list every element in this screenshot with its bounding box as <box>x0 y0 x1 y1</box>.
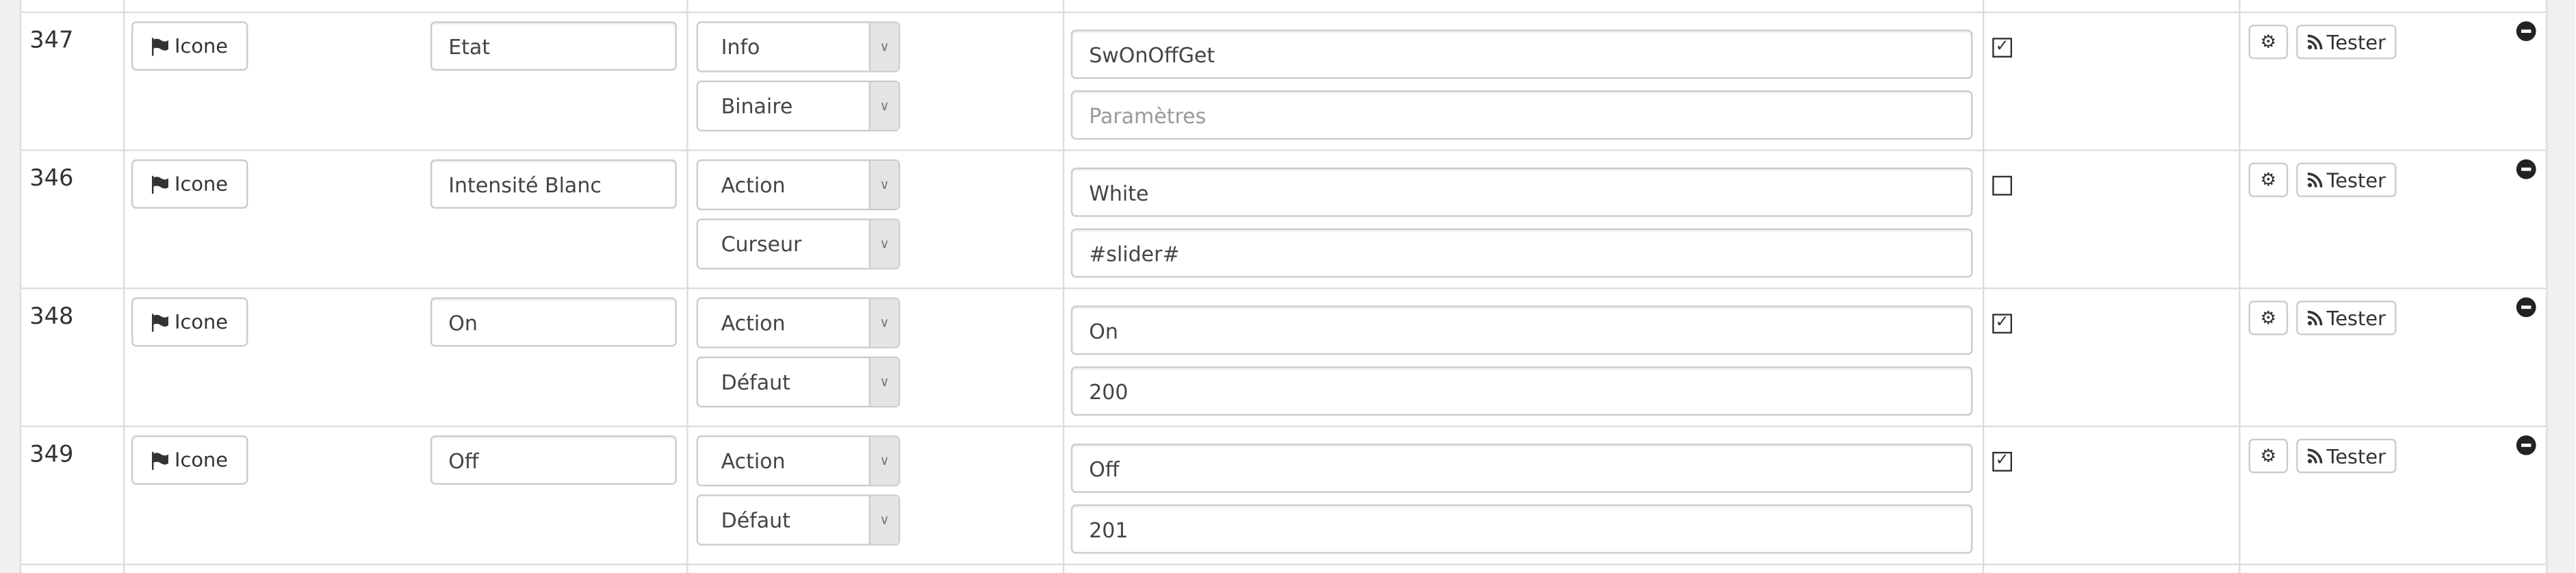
cogs-icon: ⚙ <box>2260 169 2277 191</box>
cogs-icon: ⚙ <box>2260 31 2277 53</box>
type-value: Action <box>721 448 786 474</box>
rss-icon <box>2306 310 2322 326</box>
cogs-icon: ⚙ <box>2260 307 2277 329</box>
minus-circle-icon[interactable] <box>2516 297 2536 318</box>
test-button[interactable]: Tester <box>2296 438 2397 474</box>
name-input[interactable]: Etat <box>430 21 677 71</box>
icon-button-label: Icone <box>175 310 228 334</box>
subtype-value: Binaire <box>721 93 793 118</box>
minus-circle-icon[interactable] <box>2516 21 2536 42</box>
table-row: 346 Icone Intensité Blanc Action ∨ Curse… <box>0 149 2546 288</box>
type-select[interactable]: Action ∨ <box>696 159 901 211</box>
subtype-select[interactable]: Défaut ∨ <box>696 356 901 408</box>
type-value: Info <box>721 34 760 60</box>
test-button-label: Tester <box>2326 30 2386 53</box>
minus-circle-icon[interactable] <box>2516 435 2536 455</box>
test-button[interactable]: Tester <box>2296 162 2397 197</box>
command-id: 348 <box>29 304 74 331</box>
logical-id-input[interactable]: White <box>1070 167 1973 217</box>
icon-button[interactable]: Icone <box>131 297 248 347</box>
flag-icon <box>152 450 169 470</box>
test-button[interactable]: Tester <box>2296 25 2397 60</box>
parameters-input[interactable]: 200 <box>1070 366 1973 416</box>
command-id: 349 <box>29 442 74 468</box>
chevron-down-icon: ∨ <box>868 358 899 406</box>
cogs-icon: ⚙ <box>2260 445 2277 467</box>
flag-icon <box>152 37 169 55</box>
logical-id-input[interactable]: On <box>1070 305 1973 355</box>
table-row: 347 Icone Etat Info ∨ Binaire ∨ SwOnOffG… <box>0 12 2546 150</box>
chevron-down-icon: ∨ <box>868 82 899 130</box>
test-button-label: Tester <box>2326 444 2386 468</box>
chevron-down-icon: ∨ <box>868 298 899 347</box>
name-input[interactable]: Off <box>430 435 677 485</box>
historize-checkbox[interactable] <box>1992 175 2012 196</box>
historize-checkbox[interactable]: ✓ <box>1992 314 2012 334</box>
parameters-input[interactable]: 201 <box>1070 504 1973 554</box>
subtype-value: Curseur <box>721 231 802 257</box>
subtype-select[interactable]: Curseur ∨ <box>696 218 901 270</box>
type-select[interactable]: Action ∨ <box>696 297 901 348</box>
parameters-input[interactable]: Paramètres <box>1070 90 1973 140</box>
config-button[interactable]: ⚙ <box>2248 25 2289 60</box>
table-row: 348 Icone On Action ∨ Défaut ∨ On 200 ✓ … <box>0 288 2546 426</box>
icon-button[interactable]: Icone <box>131 21 248 71</box>
name-input[interactable]: Intensité Blanc <box>430 159 677 209</box>
chevron-down-icon: ∨ <box>868 496 899 544</box>
right-gutter <box>2546 0 2576 573</box>
type-select[interactable]: Info ∨ <box>696 21 901 73</box>
config-button[interactable]: ⚙ <box>2248 438 2289 474</box>
subtype-value: Défaut <box>721 370 790 394</box>
chevron-down-icon: ∨ <box>868 23 899 71</box>
icon-button-label: Icone <box>175 448 228 472</box>
logical-id-input[interactable]: Off <box>1070 444 1973 493</box>
subtype-select[interactable]: Binaire ∨ <box>696 80 901 131</box>
row-divider <box>19 563 2547 565</box>
type-value: Action <box>721 310 786 335</box>
chevron-down-icon: ∨ <box>868 220 899 268</box>
flag-icon <box>152 175 169 193</box>
command-id: 347 <box>29 27 74 55</box>
test-button[interactable]: Tester <box>2296 301 2397 335</box>
commands-table: 347 Icone Etat Info ∨ Binaire ∨ SwOnOffG… <box>0 0 2576 573</box>
historize-checkbox[interactable]: ✓ <box>1992 452 2012 472</box>
test-button-label: Tester <box>2326 306 2386 330</box>
test-button-label: Tester <box>2326 168 2386 192</box>
minus-circle-icon[interactable] <box>2516 159 2536 179</box>
subtype-value: Défaut <box>721 507 790 533</box>
icon-button-label: Icone <box>175 173 228 196</box>
parameters-input[interactable]: #slider# <box>1070 228 1973 278</box>
icon-button-label: Icone <box>175 34 228 58</box>
config-button[interactable]: ⚙ <box>2248 301 2289 335</box>
icon-button[interactable]: Icone <box>131 159 248 209</box>
rss-icon <box>2306 448 2322 463</box>
icon-button[interactable]: Icone <box>131 435 248 485</box>
historize-checkbox[interactable]: ✓ <box>1992 38 2012 58</box>
rss-icon <box>2306 173 2322 188</box>
logical-id-input[interactable]: SwOnOffGet <box>1070 29 1973 79</box>
chevron-down-icon: ∨ <box>868 161 899 209</box>
subtype-select[interactable]: Défaut ∨ <box>696 494 901 546</box>
table-row: 349 Icone Off Action ∨ Défaut ∨ Off 201 … <box>0 426 2546 564</box>
type-select[interactable]: Action ∨ <box>696 435 901 487</box>
type-value: Action <box>721 173 786 197</box>
command-id: 346 <box>29 166 74 192</box>
flag-icon <box>152 313 169 331</box>
name-input[interactable]: On <box>430 297 677 347</box>
config-button[interactable]: ⚙ <box>2248 162 2289 197</box>
rss-icon <box>2306 34 2322 49</box>
chevron-down-icon: ∨ <box>868 437 899 485</box>
